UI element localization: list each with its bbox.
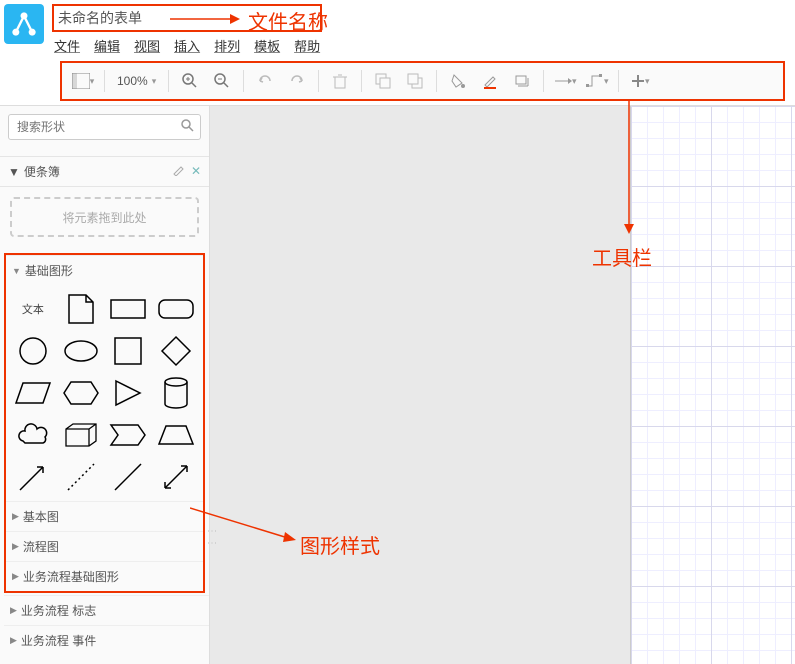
zoom-out-button[interactable] xyxy=(207,67,237,95)
shape-cube[interactable] xyxy=(60,417,102,453)
shape-note[interactable] xyxy=(60,291,102,327)
shape-circle[interactable] xyxy=(12,333,54,369)
to-front-button[interactable] xyxy=(368,67,398,95)
group-header-basic-shapes[interactable]: ▼基础图形 xyxy=(6,255,203,285)
undo-button[interactable] xyxy=(250,67,280,95)
resize-handle-icon[interactable]: ⋮⋮ xyxy=(206,526,217,550)
shape-parallelogram[interactable] xyxy=(12,375,54,411)
menu-file[interactable]: 文件 xyxy=(54,36,80,55)
main-area: ▼ 便条簿 ✕ 将元素拖到此处 ▼基础图形 文本 xyxy=(0,105,795,664)
shape-diamond[interactable] xyxy=(155,333,197,369)
shape-triangle[interactable] xyxy=(108,375,150,411)
shape-roundrect[interactable] xyxy=(155,291,197,327)
zoom-in-button[interactable] xyxy=(175,67,205,95)
shape-grid: 文本 xyxy=(6,285,203,501)
toolbar: ▾ 100%▾ ▾ ▾ ▾ xyxy=(60,61,785,101)
add-button[interactable]: ▾ xyxy=(625,67,655,95)
search-icon[interactable] xyxy=(181,119,195,136)
collapse-icon: ▼ xyxy=(8,165,20,179)
menu-edit[interactable]: 编辑 xyxy=(94,36,120,55)
delete-button[interactable] xyxy=(325,67,355,95)
group-header-flowchart[interactable]: ▶流程图 xyxy=(6,531,203,561)
edit-icon[interactable] xyxy=(173,164,185,179)
shape-line[interactable] xyxy=(108,459,150,495)
basic-shapes-group: ▼基础图形 文本 xyxy=(4,253,205,593)
shadow-button[interactable] xyxy=(507,67,537,95)
menu-bar: 文件 编辑 视图 插入 排列 模板 帮助 xyxy=(52,32,322,59)
canvas-grid[interactable] xyxy=(630,106,795,664)
shape-ellipse[interactable] xyxy=(60,333,102,369)
group-header-biz-event[interactable]: ▶业务流程 事件 xyxy=(4,625,209,655)
header: 未命名的表单 文件 编辑 视图 插入 排列 模板 帮助 xyxy=(0,0,795,59)
shape-trapezoid[interactable] xyxy=(155,417,197,453)
menu-view[interactable]: 视图 xyxy=(134,36,160,55)
shape-double-arrow[interactable] xyxy=(155,459,197,495)
scratchpad-title: 便条簿 xyxy=(24,163,60,180)
canvas-area[interactable]: ⋮⋮ xyxy=(210,106,795,664)
menu-help[interactable]: 帮助 xyxy=(294,36,320,55)
shape-arrow[interactable] xyxy=(12,459,54,495)
scratchpad-header[interactable]: ▼ 便条簿 ✕ xyxy=(0,156,209,187)
line-color-button[interactable] xyxy=(475,67,505,95)
group-header-biz-mark[interactable]: ▶业务流程 标志 xyxy=(4,595,209,625)
search-box xyxy=(8,114,201,140)
shape-cylinder[interactable] xyxy=(155,375,197,411)
search-input[interactable] xyxy=(8,114,201,140)
redo-button[interactable] xyxy=(282,67,312,95)
shape-dashed-line[interactable] xyxy=(60,459,102,495)
menu-arrange[interactable]: 排列 xyxy=(214,36,240,55)
to-back-button[interactable] xyxy=(400,67,430,95)
shape-step[interactable] xyxy=(108,417,150,453)
shape-rect[interactable] xyxy=(108,291,150,327)
fill-color-button[interactable] xyxy=(443,67,473,95)
layout-button[interactable]: ▾ xyxy=(68,67,98,95)
scratchpad-dropzone[interactable]: 将元素拖到此处 xyxy=(10,197,199,237)
app-logo xyxy=(4,4,44,44)
zoom-control[interactable]: 100%▾ xyxy=(111,74,162,88)
close-icon[interactable]: ✕ xyxy=(191,164,201,179)
group-header-basic-fig[interactable]: ▶基本图 xyxy=(6,501,203,531)
canvas-gray[interactable] xyxy=(210,106,630,664)
menu-insert[interactable]: 插入 xyxy=(174,36,200,55)
sidebar: ▼ 便条簿 ✕ 将元素拖到此处 ▼基础图形 文本 xyxy=(0,106,210,664)
group-header-biz-basic[interactable]: ▶业务流程基础图形 xyxy=(6,561,203,591)
shape-text[interactable]: 文本 xyxy=(12,291,54,327)
document-title[interactable]: 未命名的表单 xyxy=(52,4,322,32)
menu-template[interactable]: 模板 xyxy=(254,36,280,55)
shape-square[interactable] xyxy=(108,333,150,369)
connector-button[interactable]: ▾ xyxy=(550,67,580,95)
waypoints-button[interactable]: ▾ xyxy=(582,67,612,95)
shape-hexagon[interactable] xyxy=(60,375,102,411)
shape-cloud[interactable] xyxy=(12,417,54,453)
